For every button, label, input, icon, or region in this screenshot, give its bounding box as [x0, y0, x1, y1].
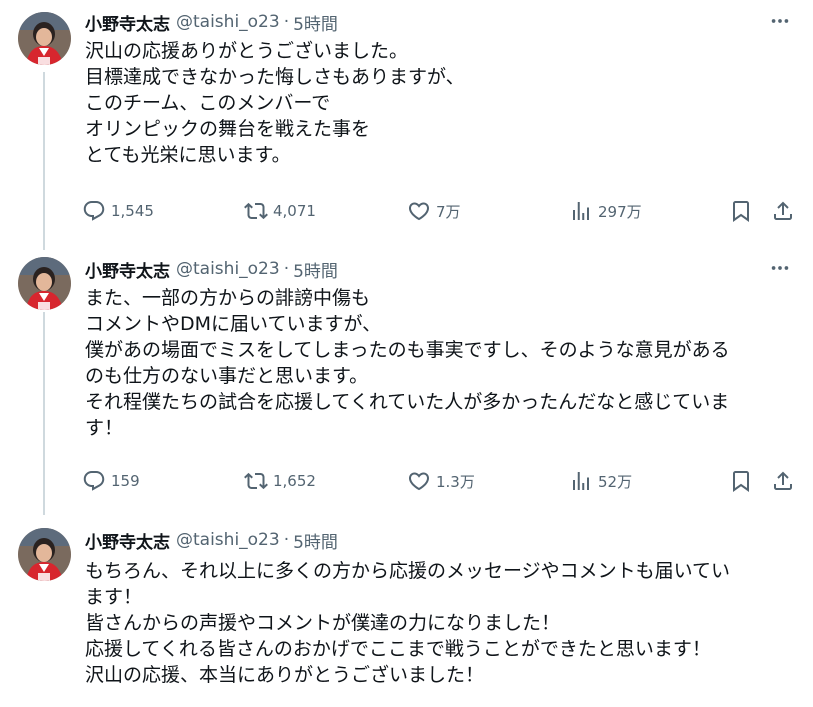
separator: · — [283, 259, 290, 279]
bookmark-button[interactable] — [729, 196, 753, 226]
views-icon — [569, 199, 593, 223]
timestamp[interactable]: 5時間 — [293, 257, 338, 282]
author-name[interactable]: 小野寺太志 — [85, 528, 170, 553]
tweet-header: 小野寺太志 @taishi_o23 · 5時間 — [85, 528, 338, 553]
retweet-icon — [244, 199, 268, 223]
tweet-text: また、一部の方からの誹謗中傷も コメントやDMに届いていますが、 僕があの場面で… — [85, 287, 730, 439]
bookmark-icon — [729, 199, 753, 223]
author-handle[interactable]: @taishi_o23 — [176, 530, 280, 550]
thread-line — [43, 72, 45, 250]
separator: · — [283, 12, 290, 32]
tweet-actions: 159 1,652 1.3万 52万 — [82, 466, 802, 496]
reply-count: 159 — [111, 472, 140, 490]
like-count: 7万 — [436, 202, 461, 221]
author-handle[interactable]: @taishi_o23 — [176, 259, 280, 279]
avatar[interactable] — [18, 257, 71, 310]
heart-icon — [407, 199, 431, 223]
more-icon[interactable] — [769, 257, 791, 279]
retweet-icon — [244, 469, 268, 493]
retweet-count: 4,071 — [273, 202, 316, 220]
tweet-header: 小野寺太志 @taishi_o23 · 5時間 — [85, 257, 338, 282]
like-button[interactable]: 7万 — [407, 196, 461, 226]
reply-count: 1,545 — [111, 202, 154, 220]
author-handle[interactable]: @taishi_o23 — [176, 12, 280, 32]
share-button[interactable] — [771, 196, 795, 226]
reply-button[interactable]: 1,545 — [82, 196, 154, 226]
views-button[interactable]: 297万 — [569, 196, 642, 226]
share-button[interactable] — [771, 466, 795, 496]
views-icon — [569, 469, 593, 493]
share-icon — [771, 469, 795, 493]
views-count: 297万 — [598, 202, 642, 221]
avatar[interactable] — [18, 12, 71, 65]
more-icon[interactable] — [769, 10, 791, 32]
bookmark-button[interactable] — [729, 466, 753, 496]
reply-button[interactable]: 159 — [82, 466, 140, 496]
thread-line — [43, 312, 45, 515]
author-name[interactable]: 小野寺太志 — [85, 10, 170, 35]
views-count: 52万 — [598, 472, 633, 491]
like-count: 1.3万 — [436, 472, 475, 491]
avatar[interactable] — [18, 528, 71, 581]
bookmark-icon — [729, 469, 753, 493]
timestamp[interactable]: 5時間 — [293, 528, 338, 553]
retweet-button[interactable]: 1,652 — [244, 466, 316, 496]
reply-icon — [82, 469, 106, 493]
retweet-button[interactable]: 4,071 — [244, 196, 316, 226]
retweet-count: 1,652 — [273, 472, 316, 490]
like-button[interactable]: 1.3万 — [407, 466, 475, 496]
tweet-text: 沢山の応援ありがとうございました。 目標達成できなかった悔しさもありますが、 こ… — [85, 40, 465, 166]
author-name[interactable]: 小野寺太志 — [85, 257, 170, 282]
reply-icon — [82, 199, 106, 223]
tweet-actions: 1,545 4,071 7万 297万 — [82, 196, 802, 226]
tweet-text: もちろん、それ以上に多くの方から応援のメッセージやコメントも届いてい ます！ 皆… — [85, 560, 731, 686]
share-icon — [771, 199, 795, 223]
heart-icon — [407, 469, 431, 493]
views-button[interactable]: 52万 — [569, 466, 632, 496]
tweet-header: 小野寺太志 @taishi_o23 · 5時間 — [85, 10, 338, 35]
separator: · — [283, 530, 290, 550]
timestamp[interactable]: 5時間 — [293, 10, 338, 35]
